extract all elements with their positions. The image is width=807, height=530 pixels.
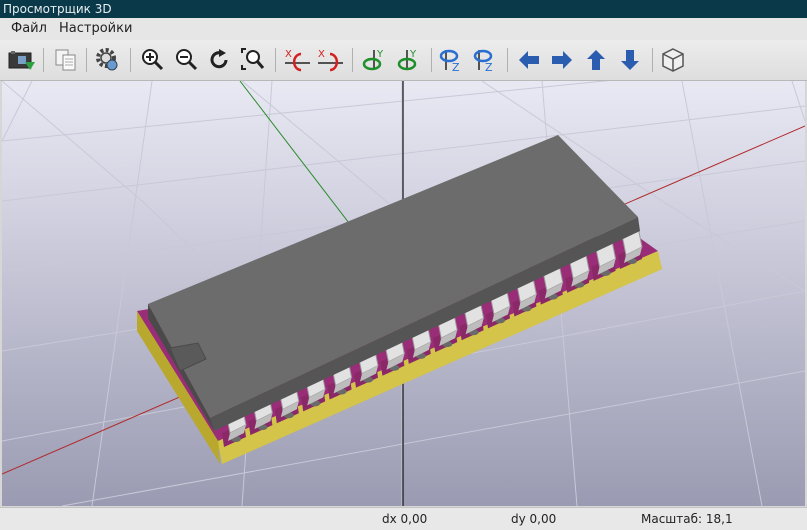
axis-x-label: X [285, 49, 292, 60]
settings-button[interactable] [94, 46, 122, 74]
toolbar-separator [352, 48, 353, 72]
status-scale: Масштаб: 18,1 [641, 512, 733, 526]
export-image-button[interactable] [8, 46, 36, 74]
ortho-view-icon [662, 48, 684, 72]
zoom-in-button[interactable] [139, 46, 167, 74]
toolbar-separator [275, 48, 276, 72]
move-down-button[interactable] [616, 46, 644, 74]
toolbar-separator [652, 48, 653, 72]
toolbar-separator [86, 48, 87, 72]
toolbar-separator [431, 48, 432, 72]
rotate-x-cw-icon: X [285, 49, 310, 72]
copy-button[interactable] [52, 46, 80, 74]
zoom-fit-button[interactable] [239, 46, 267, 74]
window-title: Просмотрщик 3D [3, 2, 112, 16]
rotate-y-ccw-icon: Y [397, 49, 417, 71]
zoom-fit-icon [241, 48, 265, 70]
ortho-view-button[interactable] [659, 46, 687, 74]
rotate-y-ccw-button[interactable]: Y [393, 46, 421, 74]
toolbar-separator [507, 48, 508, 72]
rotate-x-ccw-icon: X [318, 49, 343, 72]
menu-bar: Файл Настройки [0, 18, 807, 40]
zoom-in-icon [142, 49, 164, 71]
move-left-button[interactable] [515, 46, 543, 74]
move-right-icon [552, 51, 572, 69]
status-dy: dy 0,00 [511, 512, 557, 526]
menu-file[interactable]: Файл [11, 21, 47, 36]
title-bar: Просмотрщик 3D [0, 0, 807, 18]
export-image-icon [8, 51, 35, 70]
rotate-z-cw-button[interactable]: Z [437, 46, 465, 74]
status-bar: dx 0,00 dy 0,00 Масштаб: 18,1 [0, 507, 807, 530]
toolbar-separator [130, 48, 131, 72]
toolbar: X X Y Y Z Z [0, 40, 807, 81]
redraw-button[interactable] [206, 46, 234, 74]
toolbar-separator [43, 48, 44, 72]
rotate-x-ccw-button[interactable]: X [316, 46, 344, 74]
3d-viewport[interactable] [2, 81, 805, 506]
axis-z-label: Z [452, 61, 460, 74]
move-right-button[interactable] [548, 46, 576, 74]
rotate-z-cw-icon: Z [439, 49, 460, 74]
rotate-x-cw-button[interactable]: X [283, 46, 311, 74]
rotate-z-ccw-button[interactable]: Z [470, 46, 498, 74]
rotate-z-ccw-icon: Z [473, 49, 493, 74]
rotate-y-cw-button[interactable]: Y [360, 46, 388, 74]
status-dx: dx 0,00 [382, 512, 428, 526]
move-down-icon [621, 50, 639, 70]
axis-z-label: Z [485, 61, 493, 74]
zoom-out-button[interactable] [173, 46, 201, 74]
settings-icon [96, 48, 118, 71]
move-left-icon [519, 51, 539, 69]
move-up-icon [587, 50, 605, 70]
axis-y-label: Y [376, 49, 384, 60]
move-up-button[interactable] [582, 46, 610, 74]
redraw-icon [210, 49, 228, 69]
zoom-out-icon [176, 49, 198, 71]
3d-scene[interactable] [2, 81, 805, 506]
menu-settings[interactable]: Настройки [59, 21, 132, 36]
rotate-y-cw-icon: Y [362, 49, 384, 71]
copy-icon [55, 49, 76, 71]
axis-x-label: X [318, 49, 325, 60]
